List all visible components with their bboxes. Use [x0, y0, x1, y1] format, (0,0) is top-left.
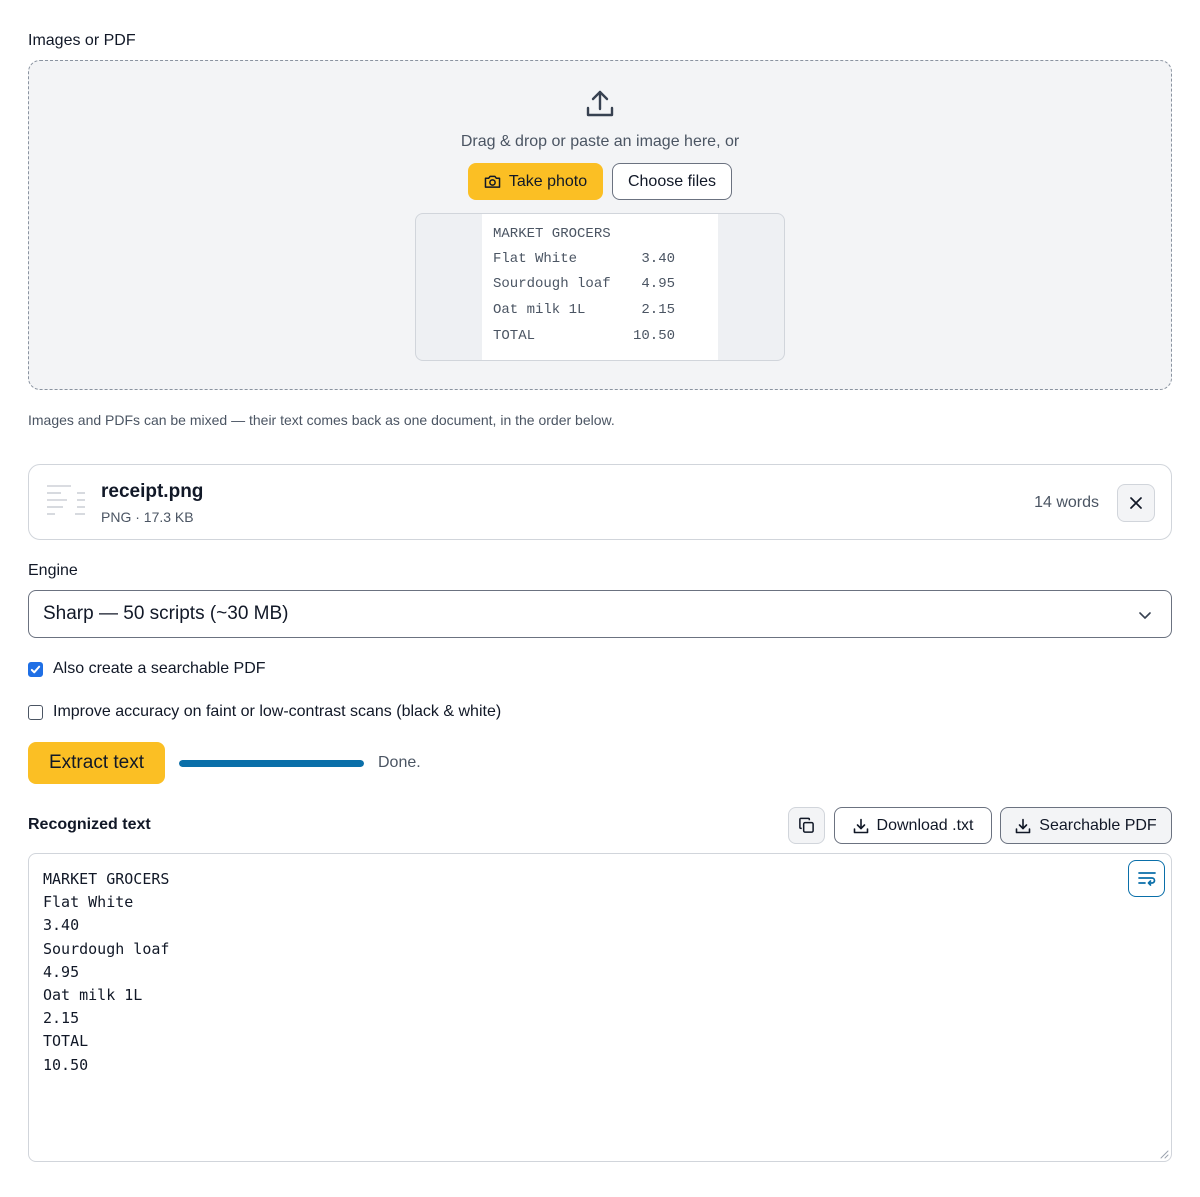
file-thumbnail — [45, 481, 91, 521]
download-txt-button[interactable]: Download .txt — [834, 807, 992, 844]
download-icon — [1015, 818, 1031, 833]
file-name: receipt.png — [101, 481, 204, 502]
download-txt-label: Download .txt — [876, 816, 974, 834]
status-text: Done. — [378, 754, 421, 771]
drop-instructions: Drag & drop or paste an image here, or — [460, 133, 740, 150]
improve-accuracy-option[interactable]: Improve accuracy on faint or low-contras… — [28, 703, 501, 721]
searchable-pdf-checkbox[interactable] — [28, 661, 43, 677]
progress-bar — [179, 760, 364, 767]
searchable-pdf-label: Also create a searchable PDF — [53, 660, 266, 677]
receipt-preview-line: MARKET GROCERS — [493, 226, 611, 242]
copy-button[interactable] — [788, 807, 825, 844]
engine-label: Engine — [28, 562, 78, 579]
improve-accuracy-label: Improve accuracy on faint or low-contras… — [53, 703, 502, 720]
receipt-preview-line: TOTAL 10.50 — [493, 328, 675, 344]
receipt-preview-paper: MARKET GROCERS Flat White 3.40 Sourdough … — [482, 214, 718, 360]
camera-icon — [484, 175, 501, 188]
file-meta: PNG · 17.3 KB — [101, 509, 194, 525]
recognized-text-content: MARKET GROCERS Flat White 3.40 Sourdough… — [43, 870, 170, 1074]
copy-icon — [799, 817, 814, 833]
download-icon — [853, 818, 868, 833]
take-photo-label: Take photo — [508, 172, 588, 190]
extract-text-button[interactable]: Extract text — [28, 742, 165, 784]
mix-hint: Images and PDFs can be mixed — their tex… — [28, 412, 615, 428]
take-photo-button[interactable]: Take photo — [468, 163, 603, 200]
wrap-toggle-button[interactable] — [1128, 860, 1165, 897]
close-icon — [1130, 497, 1142, 509]
searchable-pdf-button[interactable]: Searchable PDF — [1000, 807, 1172, 844]
recognized-text-label: Recognized text — [28, 816, 151, 833]
progress-fill — [179, 760, 364, 767]
searchable-pdf-button-label: Searchable PDF — [1039, 816, 1157, 834]
choose-files-button[interactable]: Choose files — [612, 163, 732, 200]
file-card: receipt.png PNG · 17.3 KB 14 words — [28, 464, 1172, 540]
receipt-preview-line: Oat milk 1L 2.15 — [493, 302, 675, 318]
upload-label: Images or PDF — [28, 32, 136, 49]
recognized-text-area[interactable]: MARKET GROCERS Flat White 3.40 Sourdough… — [28, 853, 1172, 1162]
check-icon — [30, 665, 41, 673]
text-wrap-icon — [1137, 871, 1156, 886]
engine-select[interactable]: Sharp — 50 scripts (~30 MB) — [28, 590, 1172, 638]
improve-accuracy-checkbox[interactable] — [28, 704, 43, 720]
upload-icon — [586, 90, 614, 117]
remove-file-button[interactable] — [1117, 484, 1155, 522]
receipt-preview-line: Flat White 3.40 — [493, 251, 675, 267]
receipt-preview-line: Sourdough loaf 4.95 — [493, 276, 675, 292]
image-preview: MARKET GROCERS Flat White 3.40 Sourdough … — [415, 213, 785, 361]
word-count: 14 words — [1034, 494, 1099, 511]
searchable-pdf-option[interactable]: Also create a searchable PDF — [28, 660, 266, 678]
engine-selected-value: Sharp — 50 scripts (~30 MB) — [43, 603, 289, 624]
chevron-down-icon — [1139, 612, 1151, 619]
resize-handle-icon[interactable] — [1159, 1149, 1169, 1159]
